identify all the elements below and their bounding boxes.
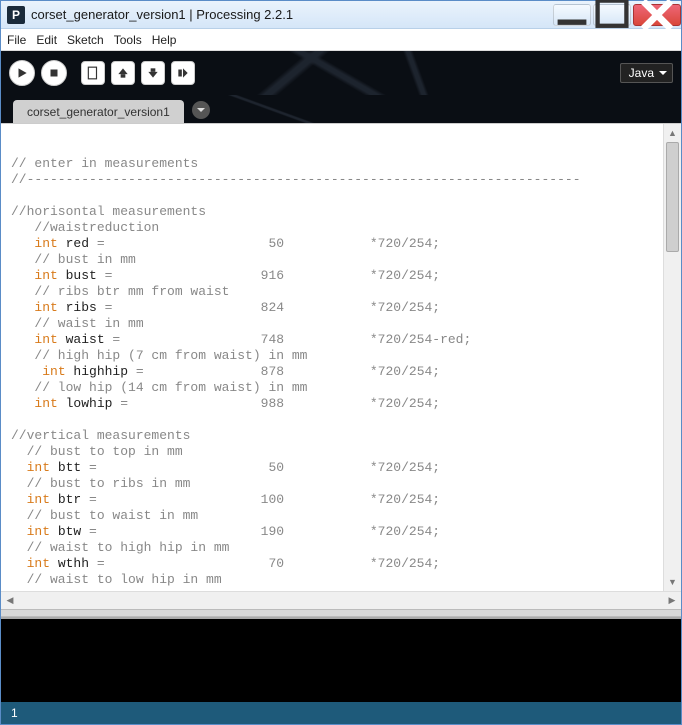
code-line[interactable]: // bust to top in mm (11, 444, 663, 460)
editor-area: // enter in measurements//--------------… (1, 123, 681, 591)
code-line[interactable]: // waist in mm (11, 316, 663, 332)
export-button[interactable] (171, 61, 195, 85)
window-title: corset_generator_version1 | Processing 2… (31, 7, 551, 22)
app-window: P corset_generator_version1 | Processing… (0, 0, 682, 725)
code-line[interactable]: // ribs btr mm from waist (11, 284, 663, 300)
menubar: File Edit Sketch Tools Help (1, 29, 681, 51)
code-line[interactable]: int bust = 916 *720/254; (11, 268, 663, 284)
code-line[interactable]: //vertical measurements (11, 428, 663, 444)
code-line[interactable]: // waist to low hip in mm (11, 572, 663, 588)
console[interactable] (1, 617, 681, 702)
titlebar[interactable]: P corset_generator_version1 | Processing… (1, 1, 681, 29)
toolbar: Java (1, 51, 681, 95)
code-line[interactable]: // low hip (14 cm from waist) in mm (11, 380, 663, 396)
code-line[interactable]: // bust to ribs in mm (11, 476, 663, 492)
processing-app-icon: P (7, 6, 25, 24)
new-button[interactable] (81, 61, 105, 85)
tabbar: corset_generator_version1 (1, 95, 681, 123)
tab-menu-button[interactable] (192, 101, 210, 119)
code-line[interactable] (11, 412, 663, 428)
menu-edit[interactable]: Edit (36, 33, 57, 47)
code-line[interactable]: int lowhip = 988 *720/254; (11, 396, 663, 412)
console-separator[interactable] (1, 609, 681, 617)
code-line[interactable]: // enter in measurements (11, 156, 663, 172)
code-line[interactable]: int highhip = 878 *720/254; (11, 364, 663, 380)
menu-sketch[interactable]: Sketch (67, 33, 104, 47)
code-line[interactable]: // bust in mm (11, 252, 663, 268)
code-editor[interactable]: // enter in measurements//--------------… (1, 124, 663, 591)
code-line[interactable] (11, 188, 663, 204)
horizontal-scrollbar[interactable]: ◀ ▶ (1, 591, 681, 609)
scroll-thumb-v[interactable] (666, 142, 679, 252)
vertical-scrollbar[interactable]: ▲ ▼ (663, 124, 681, 591)
scroll-left-button[interactable]: ◀ (1, 592, 19, 609)
code-line[interactable]: int red = 50 *720/254; (11, 236, 663, 252)
sketch-tab[interactable]: corset_generator_version1 (13, 100, 184, 123)
code-line[interactable]: int waist = 748 *720/254-red; (11, 332, 663, 348)
scroll-up-button[interactable]: ▲ (664, 124, 681, 142)
code-line[interactable]: int ribs = 824 *720/254; (11, 300, 663, 316)
run-button[interactable] (9, 60, 35, 86)
menu-help[interactable]: Help (152, 33, 177, 47)
code-line[interactable]: //--------------------------------------… (11, 172, 663, 188)
code-line[interactable]: // bust to waist in mm (11, 508, 663, 524)
save-button[interactable] (141, 61, 165, 85)
scroll-right-button[interactable]: ▶ (663, 592, 681, 609)
stop-button[interactable] (41, 60, 67, 86)
code-line[interactable] (11, 140, 663, 156)
code-line[interactable]: //horisontal measurements (11, 204, 663, 220)
scroll-down-button[interactable]: ▼ (664, 573, 681, 591)
menu-tools[interactable]: Tools (114, 33, 142, 47)
code-line[interactable]: // waist to high hip in mm (11, 540, 663, 556)
code-line[interactable]: int btt = 50 *720/254; (11, 460, 663, 476)
minimize-button[interactable] (553, 4, 591, 26)
code-line[interactable]: int wthh = 70 *720/254; (11, 556, 663, 572)
close-button[interactable] (633, 4, 681, 26)
statusbar: 1 (1, 702, 681, 724)
window-controls (551, 4, 681, 26)
open-button[interactable] (111, 61, 135, 85)
code-line[interactable]: int btr = 100 *720/254; (11, 492, 663, 508)
code-line[interactable]: //waistreduction (11, 220, 663, 236)
code-line[interactable]: // high hip (7 cm from waist) in mm (11, 348, 663, 364)
line-number: 1 (11, 706, 18, 720)
code-line[interactable]: int btw = 190 *720/254; (11, 524, 663, 540)
maximize-button[interactable] (593, 4, 631, 26)
menu-file[interactable]: File (7, 33, 26, 47)
mode-selector[interactable]: Java (620, 63, 673, 83)
